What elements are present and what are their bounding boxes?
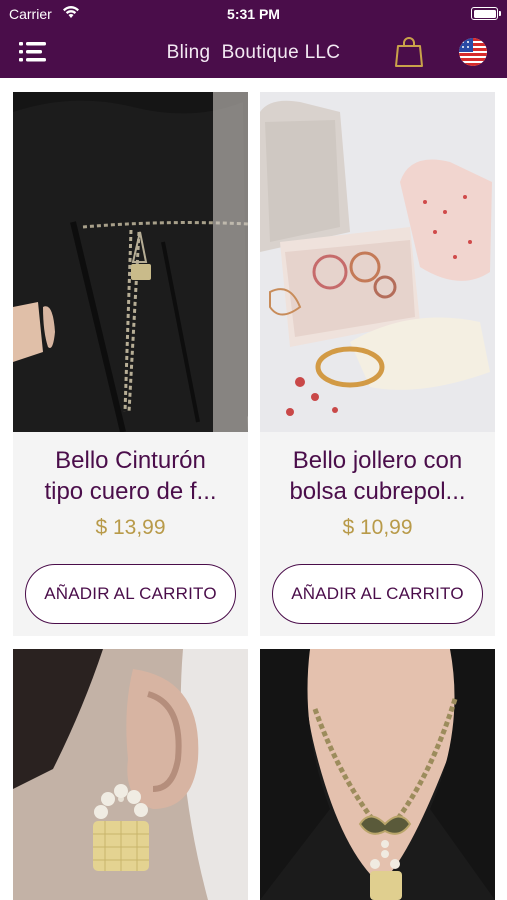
product-name[interactable]: Bello Cinturón tipo cuero de f...: [13, 445, 248, 507]
product-card[interactable]: Bello jollero con bolsa cubrepol... $ 10…: [260, 92, 495, 636]
product-card[interactable]: Bello Cinturón tipo cuero de f... $ 13,9…: [13, 92, 248, 636]
add-to-cart-button[interactable]: AÑADIR AL CARRITO: [25, 564, 236, 624]
product-image[interactable]: [13, 92, 248, 432]
app-header: Carrier 5:31 PM Bling Boutique LLC: [0, 0, 507, 78]
status-bar: Carrier 5:31 PM: [0, 0, 507, 26]
product-card[interactable]: [13, 649, 248, 900]
battery-icon: [471, 7, 501, 20]
us-flag-icon[interactable]: [459, 38, 487, 66]
product-price: $ 13,99: [95, 516, 166, 539]
product-name-line: bolsa cubrepol...: [289, 478, 466, 505]
product-image[interactable]: [260, 92, 495, 432]
product-name[interactable]: Bello jollero con bolsa cubrepol...: [260, 445, 495, 507]
product-name-line: Bello jollero con: [292, 447, 463, 474]
product-grid: Bello Cinturón tipo cuero de f... $ 13,9…: [0, 78, 507, 900]
add-to-cart-button[interactable]: AÑADIR AL CARRITO: [272, 564, 483, 624]
product-price: $ 10,99: [342, 516, 413, 539]
product-image[interactable]: [13, 649, 248, 900]
clock: 5:31 PM: [227, 6, 280, 22]
product-name-line: Bello Cinturón: [55, 447, 206, 474]
product-name-line: tipo cuero de f...: [44, 478, 217, 505]
shopping-bag-icon[interactable]: [394, 36, 424, 68]
product-image[interactable]: [260, 649, 495, 900]
app-title: Bling Boutique LLC: [166, 42, 341, 63]
product-card[interactable]: [260, 649, 495, 900]
